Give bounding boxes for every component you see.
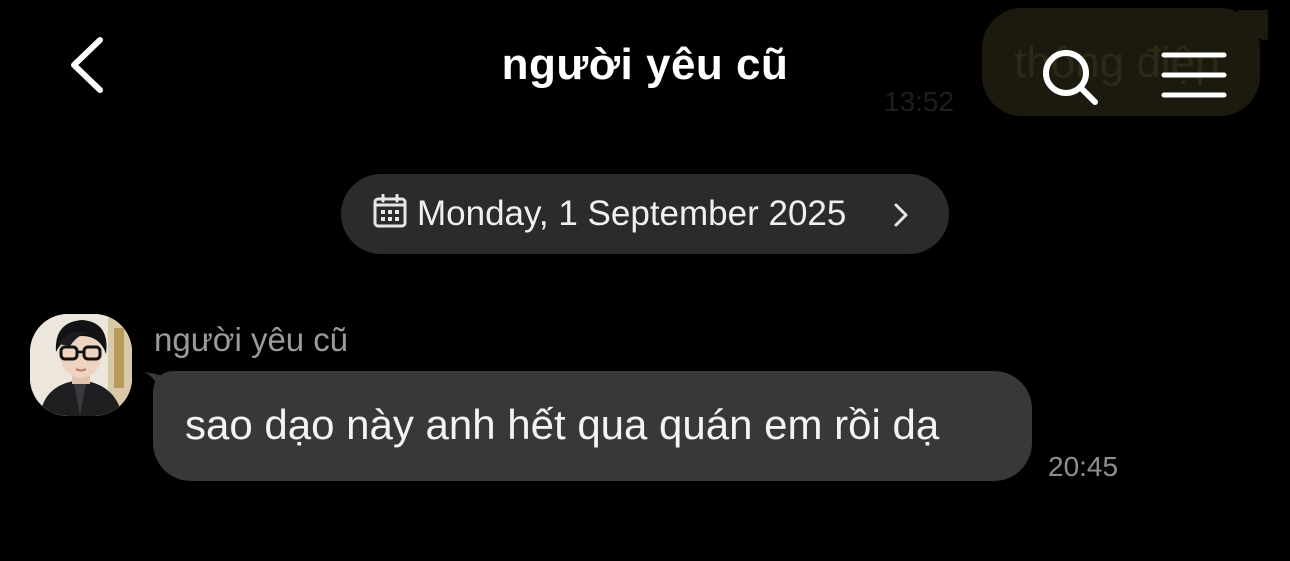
message-timestamp: 20:45 [1048, 451, 1119, 482]
chat-header: người yêu cũ [0, 0, 1290, 140]
date-label: Monday, 1 September 2025 [417, 194, 847, 233]
menu-button[interactable] [1160, 50, 1228, 100]
calendar-icon [373, 194, 407, 228]
avatar[interactable] [30, 314, 132, 416]
message-text: sao dạo này anh hết qua quán em rồi dạ [185, 401, 940, 448]
message-bubble[interactable]: sao dạo này anh hết qua quán em rồi dạ [153, 371, 1032, 481]
avatar-photo [30, 314, 132, 416]
search-button[interactable] [1036, 46, 1102, 108]
search-icon [1043, 50, 1098, 105]
sender-name: người yêu cũ [154, 321, 349, 358]
date-divider-button[interactable]: Monday, 1 September 2025 [341, 174, 949, 254]
menu-icon [1161, 52, 1227, 98]
chevron-right-icon [894, 203, 908, 227]
